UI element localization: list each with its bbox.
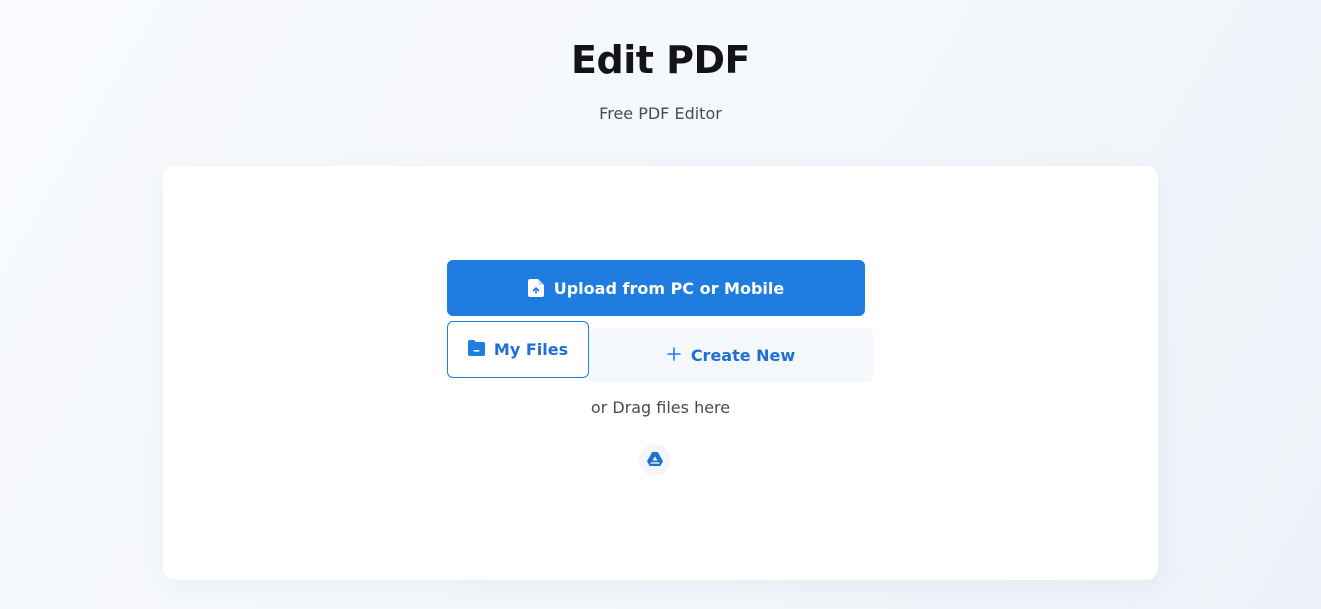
drag-hint: or Drag files here (590, 398, 731, 417)
plus-icon (667, 346, 681, 365)
upload-card: Upload from PC or Mobile My Files Create… (163, 166, 1158, 580)
google-drive-icon (647, 451, 663, 470)
my-files-label: My Files (493, 340, 569, 359)
upload-button[interactable]: Upload from PC or Mobile (447, 260, 865, 316)
folder-icon (467, 339, 485, 360)
create-new-label: Create New (690, 345, 796, 365)
google-drive-button[interactable] (639, 444, 671, 476)
my-files-button[interactable]: My Files (447, 321, 589, 378)
page-subtitle: Free PDF Editor (599, 104, 722, 123)
page-title: Edit PDF (571, 38, 750, 82)
create-new-button[interactable]: Create New (589, 328, 873, 382)
file-upload-icon (527, 279, 544, 297)
upload-button-label: Upload from PC or Mobile (553, 278, 785, 298)
